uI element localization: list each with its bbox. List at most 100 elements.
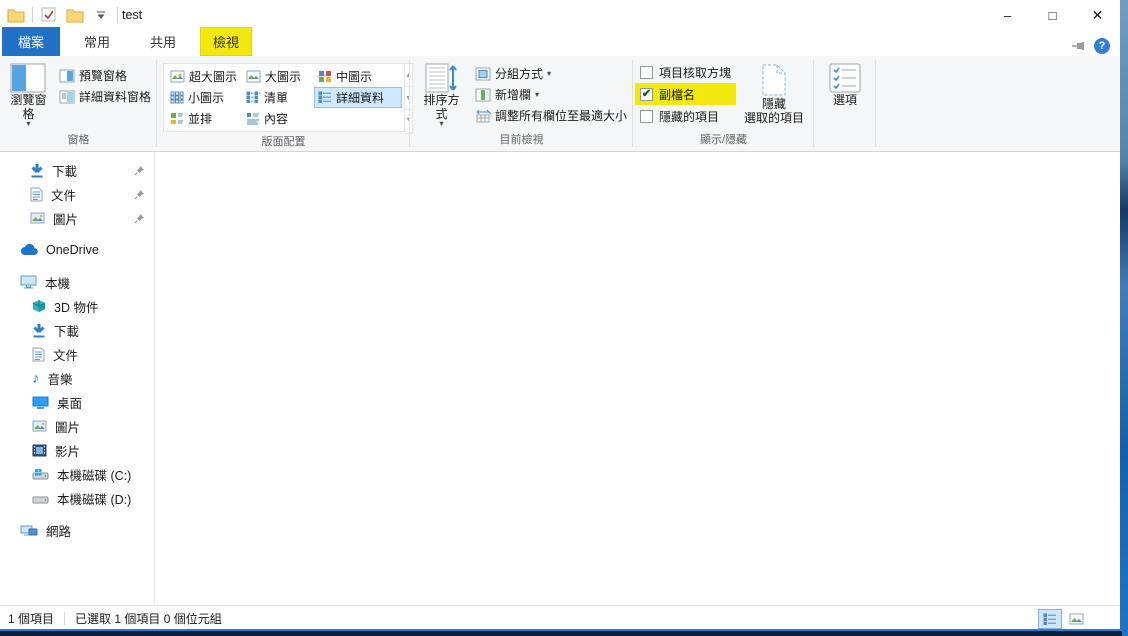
pin-icon[interactable]	[134, 189, 145, 200]
close-button[interactable]: ✕	[1075, 0, 1120, 30]
sidebar-item-pictures[interactable]: 圖片	[0, 414, 155, 438]
desktop-icon	[32, 396, 49, 409]
details-view-toggle-button[interactable]	[1038, 609, 1062, 629]
layout-extra-large-icons[interactable]: 超大圖示	[166, 66, 242, 87]
layout-item-label: 清單	[264, 89, 288, 106]
ribbon-group-options: 選項	[814, 56, 876, 151]
hidden-items-label: 隱藏的項目	[659, 108, 719, 125]
qat-customize-chevron-icon[interactable]	[91, 5, 111, 25]
layout-gallery-empty-cell	[314, 108, 402, 129]
minimize-button[interactable]: –	[985, 0, 1030, 30]
sidebar-item-label: 影片	[55, 441, 80, 460]
sort-by-button[interactable]: 排序方式 ▾	[412, 59, 471, 127]
maximize-button[interactable]: □	[1030, 0, 1075, 30]
layout-item-label: 小圖示	[188, 89, 224, 106]
layout-list[interactable]: 清單	[242, 87, 314, 108]
sidebar-item-pictures-pinned[interactable]: 圖片	[0, 206, 155, 230]
ribbon-tab-row: 檔案 常用 共用 檢視 ?	[0, 30, 1120, 56]
thumbnail-view-toggle-button[interactable]	[1064, 609, 1088, 629]
group-by-label: 分組方式	[495, 65, 543, 82]
folder-app-icon[interactable]	[6, 5, 26, 25]
hide-selected-items-button[interactable]: 隱藏 選取的項目	[738, 59, 810, 125]
download-icon	[32, 323, 46, 338]
layout-tiles[interactable]: 並排	[166, 108, 242, 129]
new-folder-icon[interactable]	[65, 5, 85, 25]
pin-icon[interactable]	[134, 213, 145, 224]
content-view-icon	[246, 112, 260, 125]
sidebar-item-downloads-pinned[interactable]: 下載	[0, 158, 155, 182]
layout-item-label: 詳細資料	[336, 89, 384, 106]
3d-objects-icon	[32, 299, 46, 313]
picture-icon	[30, 212, 45, 224]
layout-small-icons[interactable]: 小圖示	[166, 87, 242, 108]
sidebar-item-documents[interactable]: 文件	[0, 342, 155, 366]
large-icons-icon	[246, 70, 261, 83]
small-icons-icon	[170, 91, 184, 104]
file-extensions-checkbox[interactable]: ✔ 副檔名	[635, 83, 736, 105]
preview-pane-label: 預覽窗格	[79, 67, 127, 84]
sort-by-label: 排序方式	[418, 93, 465, 121]
sidebar-item-videos[interactable]: 影片	[0, 438, 155, 462]
show-hide-group-label: 顯示/隱藏	[635, 132, 812, 151]
file-list-area[interactable]	[155, 152, 1120, 605]
size-columns-icon	[475, 109, 491, 123]
group-by-button[interactable]: 分組方式 ▾	[471, 63, 631, 84]
help-icon[interactable]: ?	[1094, 38, 1110, 54]
disk-drive-icon	[32, 492, 49, 504]
sidebar-item-network[interactable]: 網路	[0, 518, 155, 542]
hidden-items-checkbox[interactable]: 隱藏的項目	[635, 105, 736, 127]
ribbon-group-show-hide: 項目核取方塊 ✔ 副檔名 隱藏的項目 隱藏 選	[633, 56, 814, 151]
add-columns-label: 新增欄	[495, 86, 531, 103]
pin-icon[interactable]	[134, 165, 145, 176]
sidebar-item-downloads[interactable]: 下載	[0, 318, 155, 342]
sidebar-item-this-pc[interactable]: 本機	[0, 270, 155, 294]
sidebar-item-drive-c[interactable]: 本機磁碟 (C:)	[0, 462, 155, 486]
window-controls: – □ ✕	[985, 0, 1120, 30]
navigation-pane-label: 瀏覽窗格	[8, 93, 49, 121]
sidebar-item-drive-d[interactable]: 本機磁碟 (D:)	[0, 486, 155, 510]
add-columns-icon	[475, 88, 491, 102]
sidebar-item-label: 下載	[54, 321, 79, 340]
navigation-pane: 下載 文件 圖片 OneDrive 本機	[0, 152, 155, 605]
status-selection: 已選取 1 個項目 0 個位元組	[75, 610, 222, 627]
download-icon	[30, 163, 44, 178]
extra-large-icons-icon	[170, 70, 185, 83]
sidebar-item-label: 桌面	[57, 393, 82, 412]
tab-file[interactable]: 檔案	[2, 27, 60, 56]
sidebar-item-label: 圖片	[53, 209, 78, 228]
chevron-down-icon: ▾	[547, 69, 551, 78]
size-all-columns-label: 調整所有欄位至最適大小	[495, 107, 627, 124]
sidebar-item-music[interactable]: ♪ 音樂	[0, 366, 155, 390]
details-view-icon	[318, 91, 332, 104]
qat-separator	[117, 7, 118, 23]
hide-selected-label-line2: 選取的項目	[744, 111, 804, 125]
sidebar-item-onedrive[interactable]: OneDrive	[0, 238, 155, 262]
tab-share[interactable]: 共用	[134, 28, 192, 56]
size-all-columns-button[interactable]: 調整所有欄位至最適大小	[471, 105, 631, 126]
layout-large-icons[interactable]: 大圖示	[242, 66, 314, 87]
tab-view[interactable]: 檢視	[200, 27, 252, 56]
sidebar-item-desktop[interactable]: 桌面	[0, 390, 155, 414]
sidebar-item-3d-objects[interactable]: 3D 物件	[0, 294, 155, 318]
item-checkboxes-checkbox[interactable]: 項目核取方塊	[635, 61, 736, 83]
details-pane-button[interactable]: 詳細資料窗格	[55, 86, 155, 107]
sidebar-item-label: 本機磁碟 (C:)	[57, 465, 131, 484]
layout-medium-icons[interactable]: 中圖示	[314, 66, 402, 87]
panes-group-label: 窗格	[2, 132, 155, 151]
chevron-down-icon: ▾	[26, 121, 30, 127]
layout-content[interactable]: 內容	[242, 108, 314, 129]
sidebar-item-label: 文件	[53, 345, 78, 364]
layout-gallery: 超大圖示 大圖示 中圖示 小圖示	[163, 63, 405, 132]
tab-home[interactable]: 常用	[68, 28, 126, 56]
preview-pane-button[interactable]: 預覽窗格	[55, 65, 155, 86]
checkbox-unchecked-icon	[640, 66, 653, 79]
layout-details[interactable]: 詳細資料	[314, 87, 402, 108]
properties-check-icon[interactable]	[39, 5, 59, 25]
hide-selected-label-line1: 隱藏	[762, 97, 786, 111]
videos-icon	[32, 444, 47, 457]
pin-ribbon-icon[interactable]	[1072, 41, 1086, 51]
options-button[interactable]: 選項	[823, 59, 867, 107]
sidebar-item-documents-pinned[interactable]: 文件	[0, 182, 155, 206]
add-columns-button[interactable]: 新增欄 ▾	[471, 84, 631, 105]
navigation-pane-button[interactable]: 瀏覽窗格 ▾	[2, 59, 55, 127]
